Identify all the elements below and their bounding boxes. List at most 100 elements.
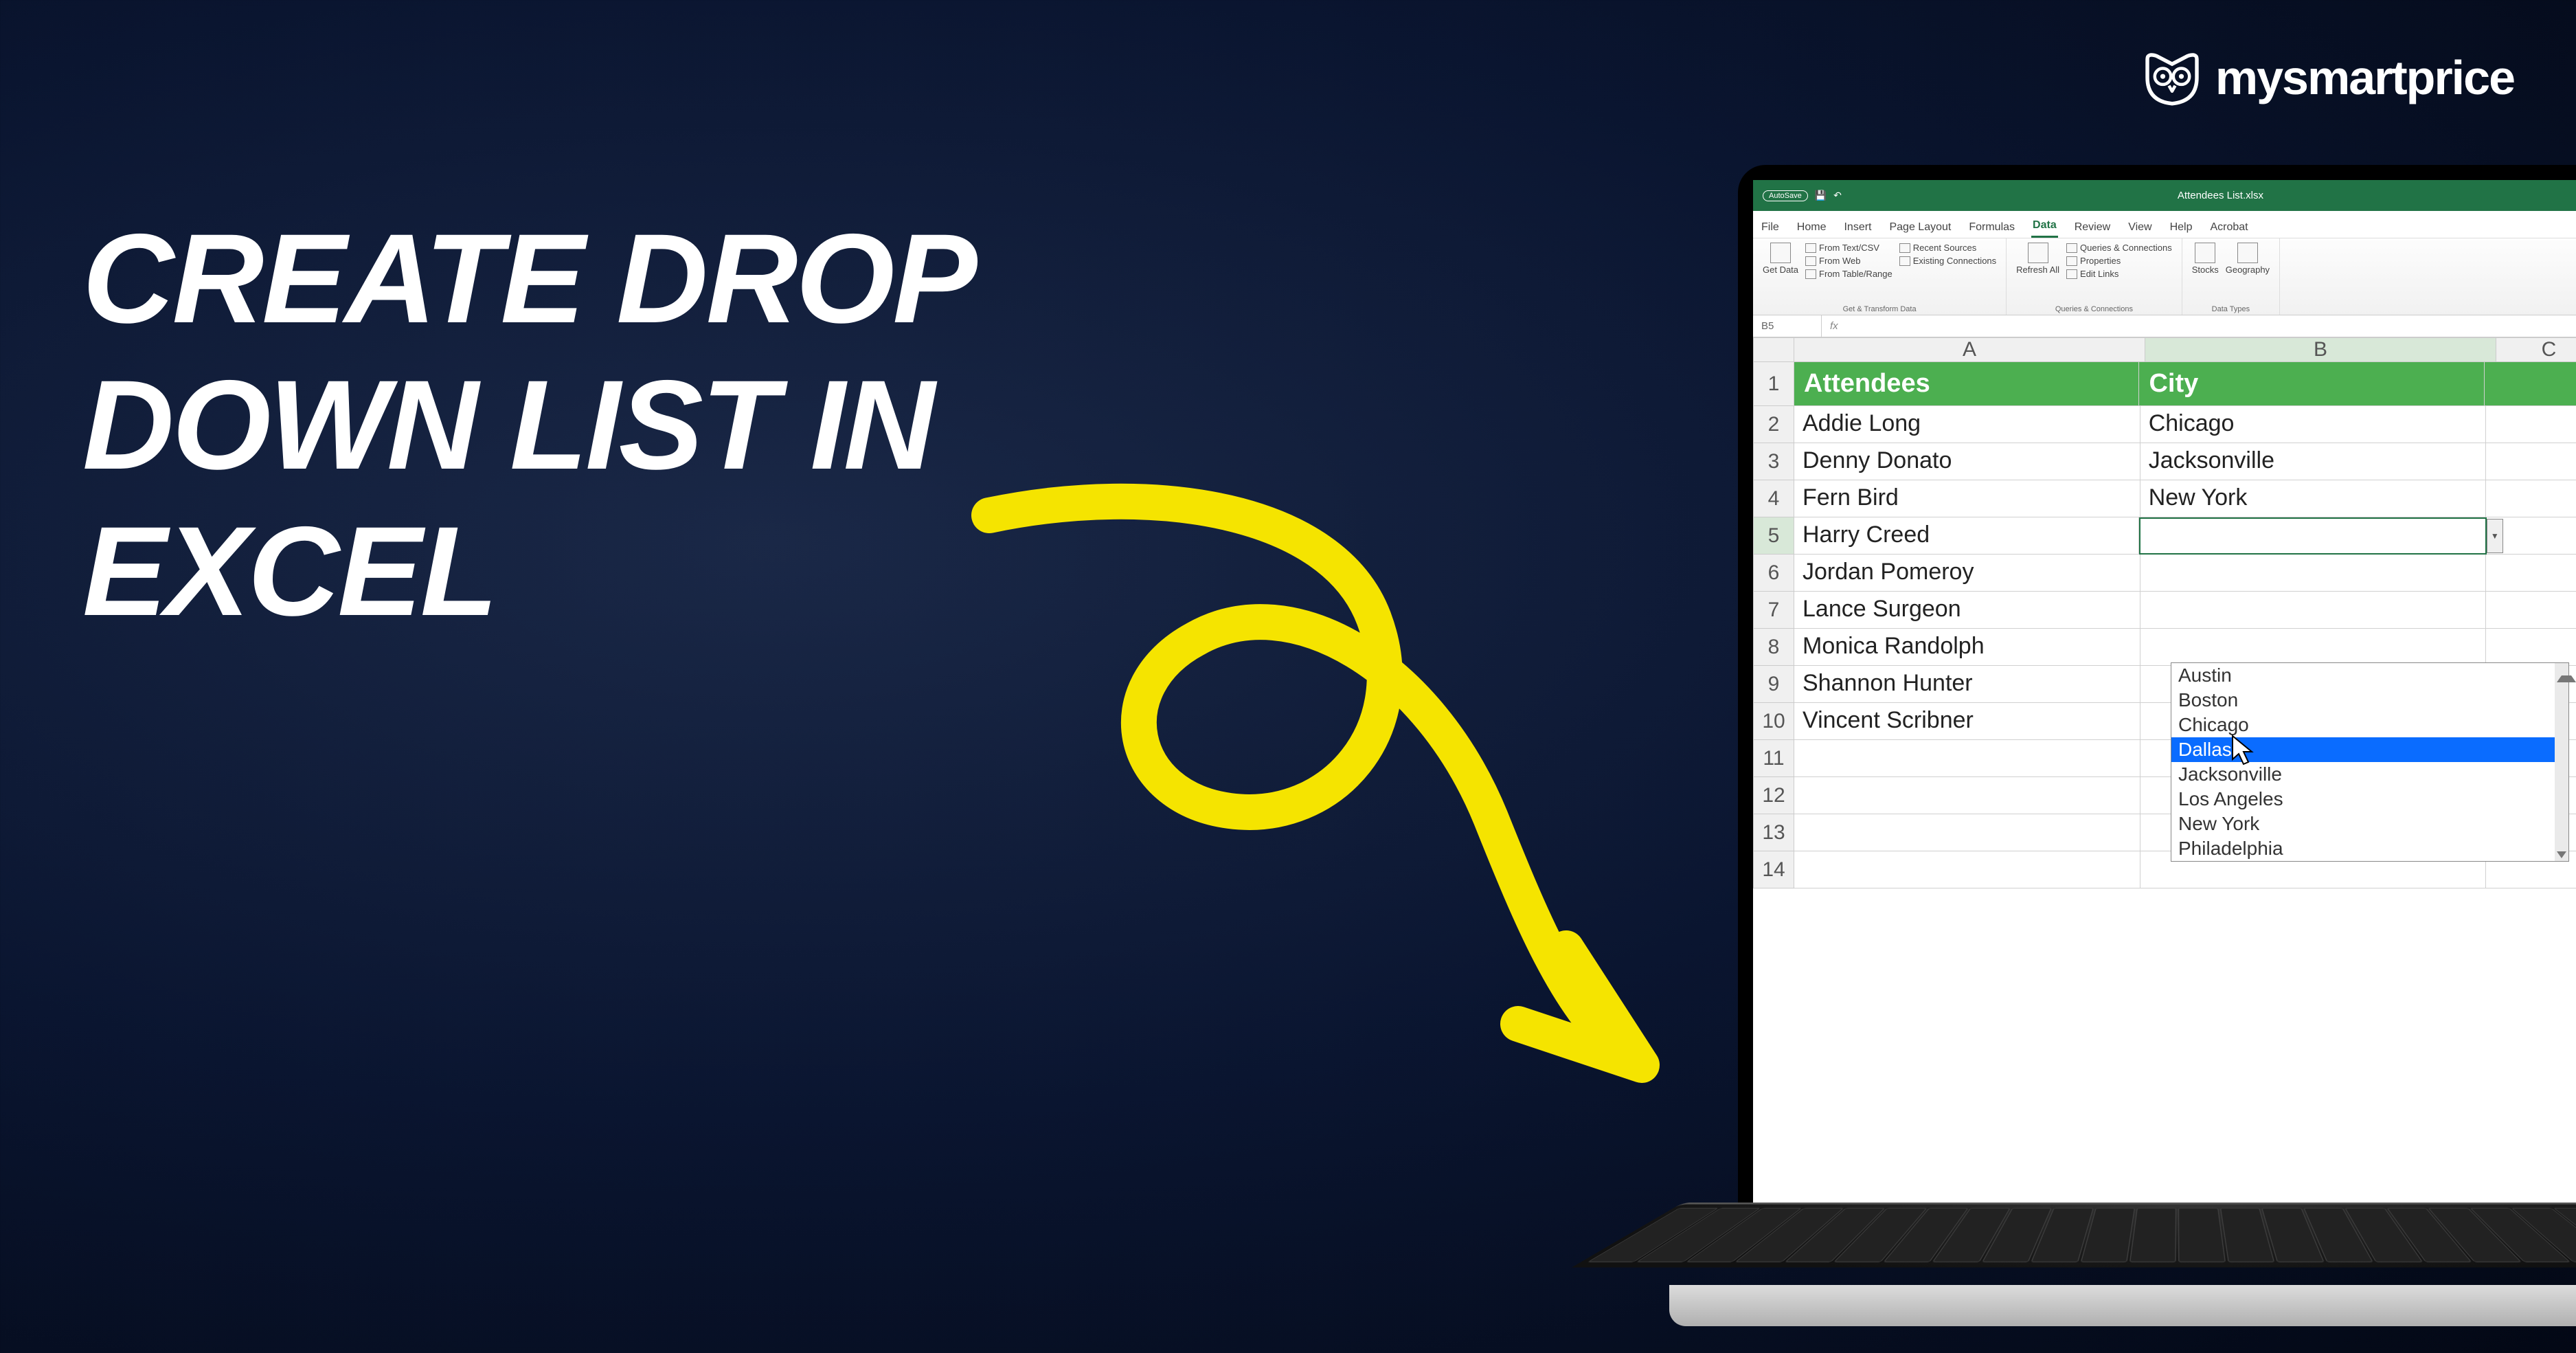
ribbon-tabs: File Home Insert Page Layout Formulas Data Rev… <box>1753 211 2576 238</box>
row-header[interactable]: 13 <box>1753 814 1794 851</box>
cell[interactable] <box>2485 362 2576 406</box>
table-row: 1AttendeesCity <box>1753 362 2576 406</box>
table-row: 3Denny DonatoJacksonville <box>1753 443 2576 480</box>
properties-button[interactable]: Properties <box>2066 256 2172 266</box>
row-header[interactable]: 9 <box>1753 666 1794 703</box>
row-header[interactable]: 8 <box>1753 629 1794 666</box>
spreadsheet[interactable]: A B C 1AttendeesCity2Addie LongChicago3D… <box>1753 337 2576 888</box>
tab-insert[interactable]: Insert <box>1842 217 1873 238</box>
row-header[interactable]: 2 <box>1753 406 1794 443</box>
cell[interactable]: Addie Long <box>1794 406 2140 443</box>
from-text-csv-button[interactable]: From Text/CSV <box>1805 243 1893 253</box>
cell[interactable] <box>2140 592 2487 629</box>
cell[interactable] <box>2486 480 2576 517</box>
dropdown-trigger-icon[interactable]: ▼ <box>2487 519 2503 553</box>
tab-formulas[interactable]: Formulas <box>1967 217 2016 238</box>
cell[interactable]: Monica Randolph <box>1794 629 2140 666</box>
stocks-button[interactable]: Stocks <box>2192 243 2219 275</box>
tab-review[interactable]: Review <box>2073 217 2112 238</box>
row-header[interactable]: 1 <box>1753 362 1794 406</box>
from-web-button[interactable]: From Web <box>1805 256 1893 266</box>
cell[interactable]: Lance Surgeon <box>1794 592 2140 629</box>
cell[interactable]: Vincent Scribner <box>1794 703 2140 740</box>
formula-bar-row: B5 fx <box>1753 315 2576 337</box>
column-header-c[interactable]: C <box>2496 337 2576 362</box>
undo-icon[interactable]: ↶ <box>1833 190 1842 201</box>
dropdown-option[interactable]: New York <box>2171 812 2568 836</box>
tab-file[interactable]: File <box>1760 217 1781 238</box>
tab-view[interactable]: View <box>2127 217 2153 238</box>
cell[interactable] <box>1794 740 2140 777</box>
get-data-button[interactable]: Get Data <box>1763 243 1798 275</box>
table-row: 4Fern BirdNew York <box>1753 480 2576 517</box>
geography-button[interactable]: Geography <box>2226 243 2270 275</box>
cell[interactable]: Jordan Pomeroy <box>1794 555 2140 592</box>
column-header-b[interactable]: B <box>2145 337 2496 362</box>
row-header[interactable]: 6 <box>1753 555 1794 592</box>
row-header[interactable]: 10 <box>1753 703 1794 740</box>
cell[interactable] <box>1794 814 2140 851</box>
row-header[interactable]: 3 <box>1753 443 1794 480</box>
cell[interactable] <box>1794 851 2140 888</box>
edit-links-button[interactable]: Edit Links <box>2066 269 2172 279</box>
document-title: Attendees List.xlsx <box>1849 190 2576 201</box>
excel-window: AutoSave 💾 ↶ Attendees List.xlsx File Hom… <box>1753 180 2576 1203</box>
queries-connections-button[interactable]: Queries & Connections <box>2066 243 2172 253</box>
fx-icon[interactable]: fx <box>1830 320 1838 332</box>
cell[interactable]: Attendees <box>1794 362 2139 406</box>
cell[interactable]: New York <box>2140 480 2487 517</box>
row-header[interactable]: 11 <box>1753 740 1794 777</box>
dropdown-option[interactable]: Boston <box>2171 688 2568 713</box>
dropdown-option[interactable]: Austin <box>2171 663 2568 688</box>
name-box[interactable]: B5 <box>1753 315 1822 337</box>
tab-page-layout[interactable]: Page Layout <box>1888 217 1952 238</box>
cell[interactable] <box>2486 443 2576 480</box>
laptop-mockup: AutoSave 💾 ↶ Attendees List.xlsx File Hom… <box>1738 165 2576 1326</box>
cell[interactable]: Fern Bird <box>1794 480 2140 517</box>
row-header[interactable]: 12 <box>1753 777 1794 814</box>
active-cell[interactable]: ▼ <box>2139 517 2486 555</box>
existing-connections-button[interactable]: Existing Connections <box>1899 256 1996 266</box>
brand-logo: mysmartprice <box>2141 47 2514 109</box>
recent-sources-button[interactable]: Recent Sources <box>1899 243 1996 253</box>
cell[interactable] <box>2486 555 2576 592</box>
cursor-icon <box>2230 733 2257 768</box>
row-header[interactable]: 5 <box>1753 517 1794 555</box>
dropdown-option[interactable]: Los Angeles <box>2171 787 2568 812</box>
tab-home[interactable]: Home <box>1796 217 1828 238</box>
tab-acrobat[interactable]: Acrobat <box>2208 217 2249 238</box>
tab-data[interactable]: Data <box>2031 215 2058 238</box>
row-header[interactable]: 7 <box>1753 592 1794 629</box>
cell[interactable]: Jacksonville <box>2140 443 2487 480</box>
refresh-all-button[interactable]: Refresh All <box>2016 243 2059 275</box>
curly-arrow-icon <box>948 454 1704 1141</box>
save-icon[interactable]: 💾 <box>1815 190 1827 201</box>
dropdown-scrollbar[interactable] <box>2555 663 2568 861</box>
table-row: 7Lance Surgeon <box>1753 592 2576 629</box>
autosave-toggle[interactable]: AutoSave <box>1763 190 1808 201</box>
dropdown-option[interactable]: Philadelphia <box>2171 836 2568 861</box>
ribbon-group-label: Get & Transform Data <box>1763 305 1996 313</box>
row-header[interactable]: 4 <box>1753 480 1794 517</box>
row-header[interactable]: 14 <box>1753 851 1794 888</box>
from-table-button[interactable]: From Table/Range <box>1805 269 1893 279</box>
cell[interactable]: Denny Donato <box>1794 443 2140 480</box>
cell[interactable]: Harry Creed <box>1794 517 2139 555</box>
cell[interactable] <box>2140 629 2487 666</box>
cell[interactable] <box>2486 406 2576 443</box>
table-row: 6Jordan Pomeroy <box>1753 555 2576 592</box>
ribbon-group-label: Data Types <box>2192 305 2270 313</box>
laptop-keyboard <box>1572 1203 2576 1268</box>
cell[interactable] <box>2486 592 2576 629</box>
cell[interactable]: Shannon Hunter <box>1794 666 2140 703</box>
cell[interactable]: City <box>2139 362 2484 406</box>
cell[interactable]: Chicago <box>2140 406 2487 443</box>
column-header-a[interactable]: A <box>1794 337 2145 362</box>
owl-icon <box>2141 47 2203 109</box>
tab-help[interactable]: Help <box>2169 217 2194 238</box>
table-row: 8Monica Randolph <box>1753 629 2576 666</box>
cell[interactable] <box>2140 555 2487 592</box>
select-all-corner[interactable] <box>1753 337 1794 362</box>
cell[interactable] <box>2486 629 2576 666</box>
cell[interactable] <box>1794 777 2140 814</box>
